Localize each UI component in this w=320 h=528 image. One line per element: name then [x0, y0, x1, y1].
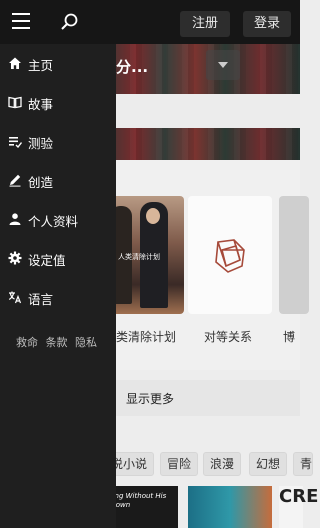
- search-icon[interactable]: [60, 12, 80, 32]
- cover-face: [146, 208, 160, 224]
- show-more-label: 显示更多: [126, 392, 175, 406]
- drawer-item-profile[interactable]: 个人资料: [0, 200, 116, 238]
- genre-tag[interactable]: 青: [293, 452, 313, 476]
- hero-title: 分...: [116, 58, 149, 76]
- drawer-item-label: 主页: [28, 58, 54, 73]
- gear-icon: [8, 251, 22, 265]
- hamburger-menu-icon[interactable]: [12, 13, 30, 29]
- genre-tag[interactable]: 幻想: [249, 452, 288, 476]
- cover-title: King Without His Crown: [108, 492, 167, 509]
- drawer-item-quiz[interactable]: 测验: [0, 122, 116, 160]
- drawer-item-label: 个人资料: [28, 214, 79, 229]
- story-card-title[interactable]: 类清除计划: [116, 328, 176, 345]
- pencil-icon: [9, 174, 21, 187]
- drawer-item-label: 故事: [28, 97, 54, 112]
- drawer-item-home[interactable]: 主页: [0, 44, 116, 82]
- drawer-item-create[interactable]: 创造: [0, 161, 116, 199]
- story-card-title[interactable]: 博: [283, 328, 295, 345]
- drawer-item-label: 设定值: [28, 253, 66, 268]
- drawer-item-language[interactable]: 语言: [0, 278, 116, 316]
- cover-title: CRE: [279, 486, 319, 507]
- book-icon: [8, 96, 22, 109]
- drawer-item-label: 测验: [28, 136, 54, 151]
- story-card[interactable]: [188, 196, 272, 314]
- cover-title: 人类清除计划: [118, 253, 160, 261]
- profile-icon: [9, 213, 21, 225]
- genre-tag[interactable]: 浪漫: [203, 452, 242, 476]
- drawer-item-stories[interactable]: 故事: [0, 83, 116, 121]
- drawer-footer-links: 救命 条款 隐私: [16, 334, 101, 350]
- help-link[interactable]: 救命: [16, 336, 38, 349]
- hero-input[interactable]: [116, 94, 300, 128]
- story-cover[interactable]: CRE: [279, 486, 318, 528]
- home-icon: [9, 57, 21, 69]
- quiz-list-icon: [9, 137, 22, 148]
- translate-icon: [8, 291, 22, 304]
- register-button[interactable]: 注册: [180, 11, 230, 37]
- drawer-item-label: 语言: [28, 292, 54, 307]
- drawer-item-settings[interactable]: 设定值: [0, 239, 116, 277]
- hero-dropdown[interactable]: [206, 50, 240, 80]
- knot-logo-icon: [215, 239, 245, 273]
- drawer-item-label: 创造: [28, 175, 54, 190]
- side-drawer: 主页 故事 测验 创造 个人资料 设定值 语言 救命 条款 隐私: [0, 44, 116, 528]
- genre-tag[interactable]: 冒险: [160, 452, 199, 476]
- top-bar: 注册 登录: [0, 0, 300, 44]
- story-cover[interactable]: [188, 486, 272, 528]
- story-card-title[interactable]: 对等关系: [204, 328, 252, 345]
- privacy-link[interactable]: 隐私: [75, 336, 97, 349]
- login-button[interactable]: 登录: [243, 11, 291, 37]
- terms-link[interactable]: 条款: [46, 336, 68, 349]
- story-card[interactable]: [279, 196, 309, 314]
